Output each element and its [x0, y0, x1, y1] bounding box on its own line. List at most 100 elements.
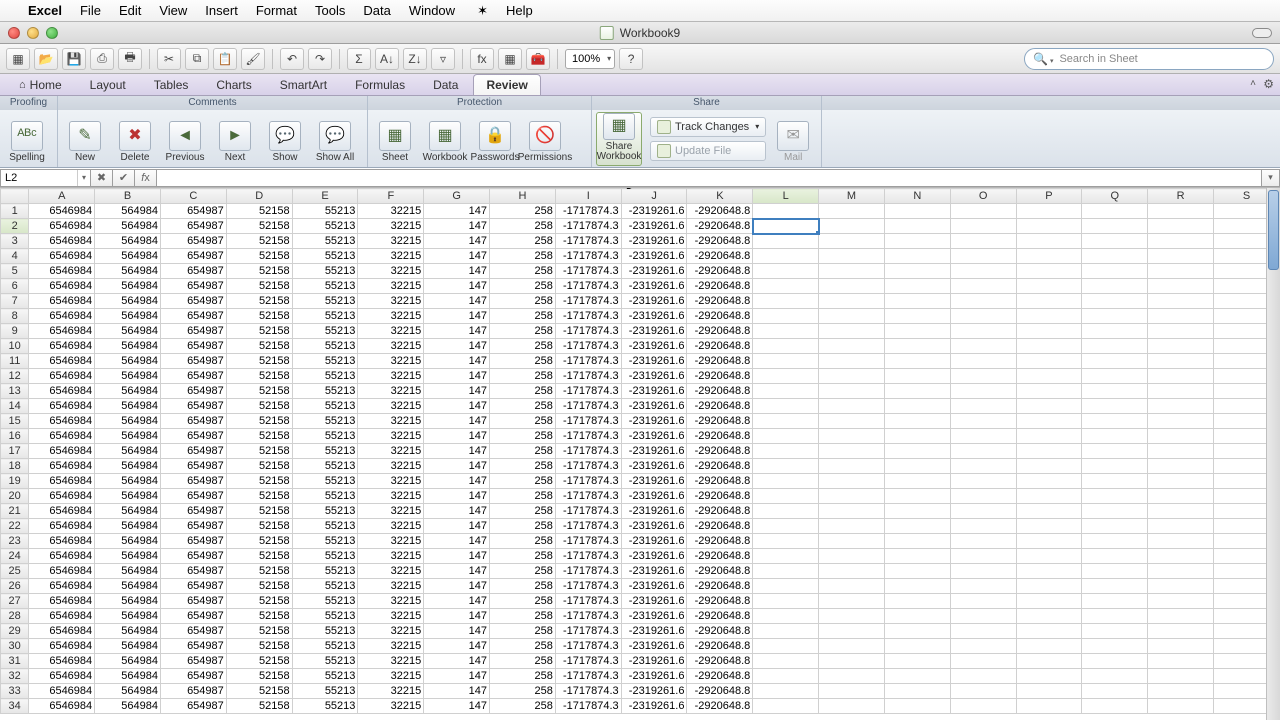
cell-G13[interactable]: 147: [424, 384, 490, 399]
passwords-button[interactable]: 🔒Passwords: [472, 112, 518, 166]
cell-A29[interactable]: 6546984: [29, 624, 95, 639]
col-header-R[interactable]: R: [1148, 189, 1214, 204]
cell-H25[interactable]: 258: [490, 564, 556, 579]
cell-I7[interactable]: -1717874.3: [555, 294, 621, 309]
cell-E32[interactable]: 55213: [292, 669, 358, 684]
cell-B28[interactable]: 564984: [95, 609, 161, 624]
cell-C24[interactable]: 654987: [160, 549, 226, 564]
cell-O26[interactable]: [950, 579, 1016, 594]
cell-H28[interactable]: 258: [490, 609, 556, 624]
cell-G19[interactable]: 147: [424, 474, 490, 489]
cell-C17[interactable]: 654987: [160, 444, 226, 459]
cell-M9[interactable]: [819, 324, 885, 339]
cell-A20[interactable]: 6546984: [29, 489, 95, 504]
cell-F21[interactable]: 32215: [358, 504, 424, 519]
cell-M4[interactable]: [819, 249, 885, 264]
cell-O18[interactable]: [950, 459, 1016, 474]
cell-A9[interactable]: 6546984: [29, 324, 95, 339]
cell-E25[interactable]: 55213: [292, 564, 358, 579]
cell-H13[interactable]: 258: [490, 384, 556, 399]
cell-D17[interactable]: 52158: [226, 444, 292, 459]
cell-Q16[interactable]: [1082, 429, 1148, 444]
col-header-A[interactable]: A: [29, 189, 95, 204]
cell-I13[interactable]: -1717874.3: [555, 384, 621, 399]
cell-J11[interactable]: -2319261.6: [621, 354, 687, 369]
cell-O31[interactable]: [950, 654, 1016, 669]
tab-charts[interactable]: Charts: [203, 74, 264, 95]
filter-icon[interactable]: ▿: [431, 48, 455, 70]
app-name[interactable]: Excel: [28, 3, 62, 18]
cell-N12[interactable]: [884, 369, 950, 384]
cell-I19[interactable]: -1717874.3: [555, 474, 621, 489]
cell-H31[interactable]: 258: [490, 654, 556, 669]
cell-C23[interactable]: 654987: [160, 534, 226, 549]
cell-N10[interactable]: [884, 339, 950, 354]
cell-O32[interactable]: [950, 669, 1016, 684]
cell-C11[interactable]: 654987: [160, 354, 226, 369]
cell-E1[interactable]: 55213: [292, 204, 358, 219]
cell-Q6[interactable]: [1082, 279, 1148, 294]
save-as-icon[interactable]: ⎙: [90, 48, 114, 70]
cell-M33[interactable]: [819, 684, 885, 699]
cell-A12[interactable]: 6546984: [29, 369, 95, 384]
ribbon-settings-icon[interactable]: ⚙: [1263, 77, 1274, 91]
cell-F29[interactable]: 32215: [358, 624, 424, 639]
cell-F25[interactable]: 32215: [358, 564, 424, 579]
cell-R6[interactable]: [1148, 279, 1214, 294]
cell-F31[interactable]: 32215: [358, 654, 424, 669]
cell-O1[interactable]: [950, 204, 1016, 219]
cell-R31[interactable]: [1148, 654, 1214, 669]
cell-C3[interactable]: 654987: [160, 234, 226, 249]
cell-A10[interactable]: 6546984: [29, 339, 95, 354]
cell-D3[interactable]: 52158: [226, 234, 292, 249]
cell-D33[interactable]: 52158: [226, 684, 292, 699]
cell-M3[interactable]: [819, 234, 885, 249]
cell-B19[interactable]: 564984: [95, 474, 161, 489]
cell-H7[interactable]: 258: [490, 294, 556, 309]
cell-L12[interactable]: [753, 369, 819, 384]
row-header-26[interactable]: 26: [1, 579, 29, 594]
row-header-24[interactable]: 24: [1, 549, 29, 564]
cell-R21[interactable]: [1148, 504, 1214, 519]
cell-F16[interactable]: 32215: [358, 429, 424, 444]
cell-E15[interactable]: 55213: [292, 414, 358, 429]
cell-O33[interactable]: [950, 684, 1016, 699]
cell-J2[interactable]: -2319261.6: [621, 219, 687, 234]
cell-M8[interactable]: [819, 309, 885, 324]
cell-E23[interactable]: 55213: [292, 534, 358, 549]
script-menu-icon[interactable]: ✶: [477, 3, 488, 19]
cell-D1[interactable]: 52158: [226, 204, 292, 219]
cell-F13[interactable]: 32215: [358, 384, 424, 399]
cell-C1[interactable]: 654987: [160, 204, 226, 219]
cell-C20[interactable]: 654987: [160, 489, 226, 504]
cell-M17[interactable]: [819, 444, 885, 459]
cell-G12[interactable]: 147: [424, 369, 490, 384]
cell-G6[interactable]: 147: [424, 279, 490, 294]
cell-B14[interactable]: 564984: [95, 399, 161, 414]
cell-I17[interactable]: -1717874.3: [555, 444, 621, 459]
cell-N30[interactable]: [884, 639, 950, 654]
cell-O5[interactable]: [950, 264, 1016, 279]
cell-M28[interactable]: [819, 609, 885, 624]
cell-Q23[interactable]: [1082, 534, 1148, 549]
delete-comment-button[interactable]: ✖Delete: [112, 112, 158, 166]
cell-N34[interactable]: [884, 699, 950, 714]
cell-D8[interactable]: 52158: [226, 309, 292, 324]
row-header-9[interactable]: 9: [1, 324, 29, 339]
permissions-button[interactable]: 🚫Permissions: [522, 112, 568, 166]
row-header-20[interactable]: 20: [1, 489, 29, 504]
cell-K12[interactable]: -2920648.8: [687, 369, 753, 384]
col-header-K[interactable]: K: [687, 189, 753, 204]
cell-A33[interactable]: 6546984: [29, 684, 95, 699]
cell-F27[interactable]: 32215: [358, 594, 424, 609]
cell-B26[interactable]: 564984: [95, 579, 161, 594]
cell-G5[interactable]: 147: [424, 264, 490, 279]
cell-Q31[interactable]: [1082, 654, 1148, 669]
row-header-33[interactable]: 33: [1, 684, 29, 699]
row-header-2[interactable]: 2: [1, 219, 29, 234]
cell-O3[interactable]: [950, 234, 1016, 249]
expand-formula-bar-icon[interactable]: ▾: [1262, 169, 1280, 187]
cell-J14[interactable]: -2319261.6: [621, 399, 687, 414]
cell-Q4[interactable]: [1082, 249, 1148, 264]
cell-B2[interactable]: 564984: [95, 219, 161, 234]
